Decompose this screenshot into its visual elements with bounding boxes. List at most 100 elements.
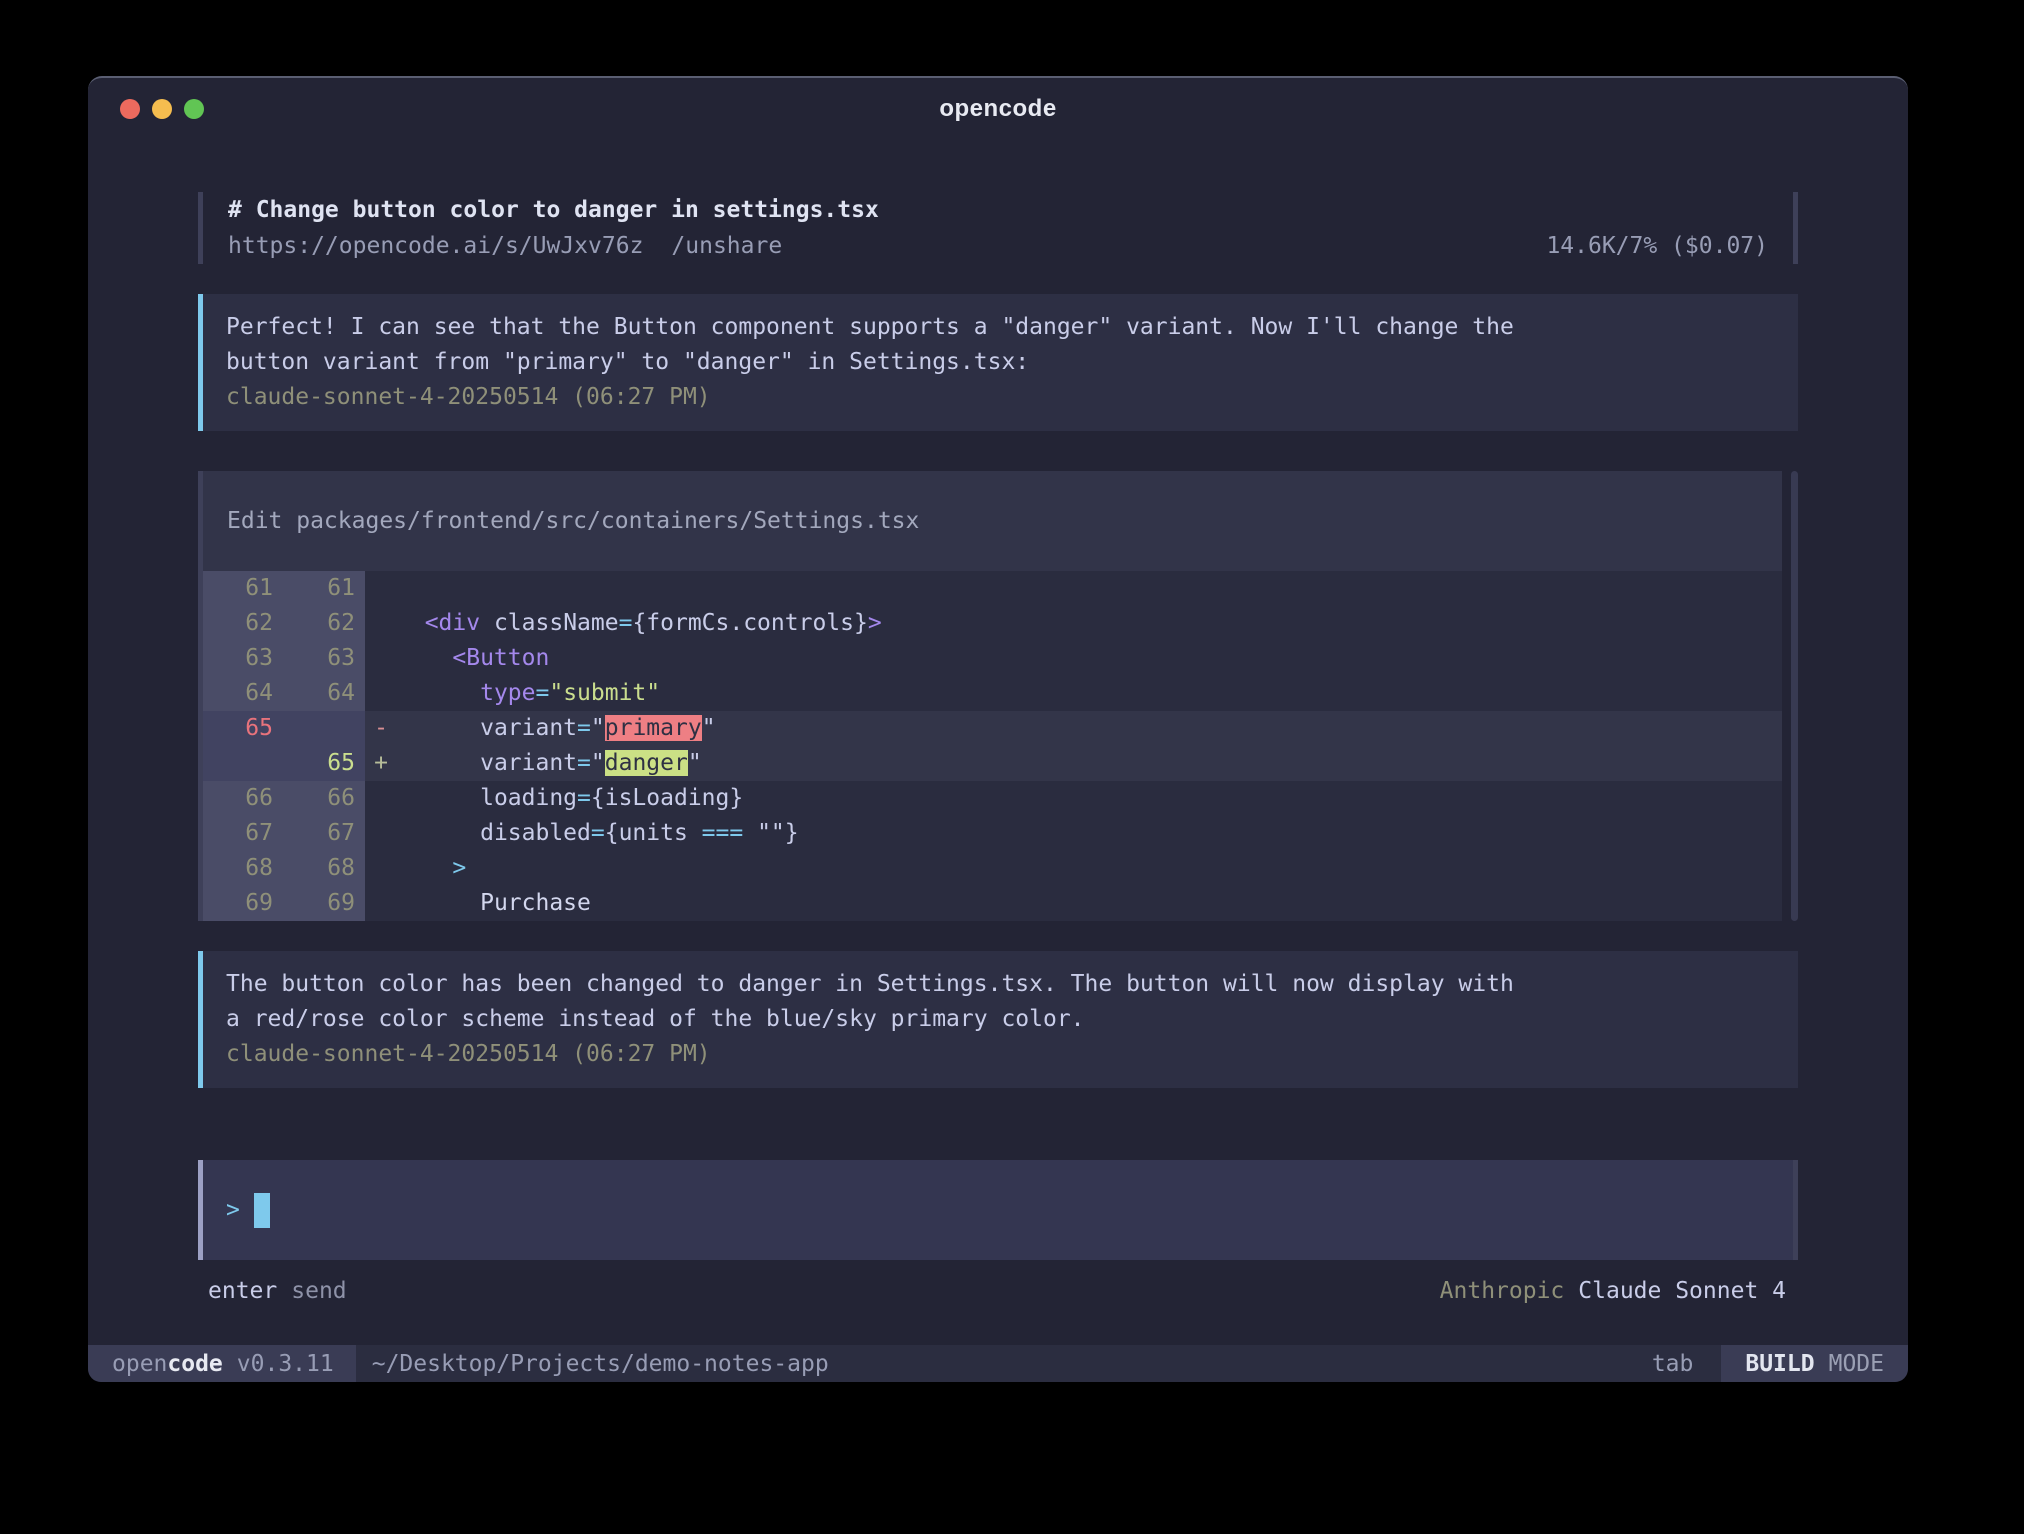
diff-gutter: 6161	[203, 571, 365, 606]
status-right: tab BUILD MODE	[1652, 1345, 1908, 1382]
tab-key-hint: tab	[1652, 1345, 1694, 1382]
diff-marker	[365, 781, 397, 816]
token-cost-stats: 14.6K/7% ($0.07)	[1546, 228, 1768, 264]
header-left-bar	[198, 192, 203, 264]
new-line-number: 64	[281, 676, 365, 711]
diff-marker	[365, 676, 397, 711]
diff-row: 6868 >	[203, 851, 1782, 886]
old-line-number: 64	[203, 676, 281, 711]
old-line-number	[203, 746, 281, 781]
prompt-right-bar	[1793, 1160, 1798, 1260]
diff-gutter: 6969	[203, 886, 365, 921]
code-line: <Button	[397, 641, 1782, 676]
code-line: variant="primary"	[397, 711, 1782, 746]
code-line: >	[397, 851, 1782, 886]
diff-gutter: 6363	[203, 641, 365, 676]
old-line-number: 62	[203, 606, 281, 641]
diff-row: 65 - variant="primary"	[203, 711, 1782, 746]
diff-row: 6161	[203, 571, 1782, 606]
diff-row: 6767 disabled={units === ""}	[203, 816, 1782, 851]
old-line-number: 65	[203, 711, 281, 746]
new-line-number: 61	[281, 571, 365, 606]
edit-tool-block: Edit packages/frontend/src/containers/Se…	[198, 471, 1798, 921]
send-action-hint: send	[291, 1274, 346, 1308]
mode-toggle[interactable]: BUILD MODE	[1721, 1345, 1908, 1382]
new-line-number: 62	[281, 606, 365, 641]
diff-marker	[365, 886, 397, 921]
enter-key-hint: enter	[208, 1274, 277, 1308]
share-url-link[interactable]: https://opencode.ai/s/UwJxv76z	[228, 228, 643, 264]
new-line-number: 66	[281, 781, 365, 816]
header-right-bar	[1793, 192, 1798, 264]
assistant-message-2-lines: The button color has been changed to dan…	[226, 967, 1774, 1037]
tool-title: Edit packages/frontend/src/containers/Se…	[203, 471, 1782, 571]
diff-gutter: 6262	[203, 606, 365, 641]
diff-row: 6969 Purchase	[203, 886, 1782, 921]
diff-gutter: 6666	[203, 781, 365, 816]
hints-row: enter send Anthropic Claude Sonnet 4	[198, 1274, 1798, 1308]
working-directory: ~/Desktop/Projects/demo-notes-app	[372, 1345, 829, 1382]
diff-marker	[365, 851, 397, 886]
app-name-code: code	[167, 1351, 222, 1377]
app-name-open: open	[112, 1351, 167, 1377]
code-line	[397, 571, 1782, 606]
diff-gutter: 65	[203, 746, 365, 781]
window-title: opencode	[88, 95, 1908, 123]
new-line-number: 65	[281, 746, 365, 781]
prompt-input[interactable]: >	[198, 1160, 1798, 1260]
tool-scrollbar[interactable]	[1791, 471, 1798, 921]
message-text-line: button variant from "primary" to "danger…	[226, 345, 1774, 380]
title-bar: opencode	[88, 78, 1908, 140]
model-label: Claude Sonnet 4	[1578, 1274, 1786, 1308]
diff-gutter: 65	[203, 711, 365, 746]
new-line-number: 67	[281, 816, 365, 851]
diff-marker: +	[365, 746, 397, 781]
assistant-message-1-meta: claude-sonnet-4-20250514 (06:27 PM)	[226, 380, 1774, 415]
diff-marker	[365, 816, 397, 851]
tool-left-bar	[198, 471, 203, 921]
diff-gutter: 6464	[203, 676, 365, 711]
old-line-number: 63	[203, 641, 281, 676]
status-bar: opencode v0.3.11 ~/Desktop/Projects/demo…	[88, 1345, 1908, 1382]
diff-view: 61616262 <div className={formCs.controls…	[203, 571, 1782, 921]
code-line: type="submit"	[397, 676, 1782, 711]
new-line-number: 68	[281, 851, 365, 886]
new-line-number: 69	[281, 886, 365, 921]
session-subline: https://opencode.ai/s/UwJxv76z /unshare …	[228, 228, 1768, 264]
message-text-line: Perfect! I can see that the Button compo…	[226, 310, 1774, 345]
app-version: v0.3.11	[237, 1351, 334, 1377]
diff-marker	[365, 571, 397, 606]
unshare-command[interactable]: /unshare	[671, 228, 782, 264]
new-line-number	[281, 711, 365, 746]
app-version-segment: opencode v0.3.11	[88, 1345, 356, 1382]
assistant-message-2-meta: claude-sonnet-4-20250514 (06:27 PM)	[226, 1037, 1774, 1072]
old-line-number: 66	[203, 781, 281, 816]
assistant-message-2: The button color has been changed to dan…	[198, 951, 1798, 1088]
mode-name: BUILD	[1745, 1351, 1814, 1377]
old-line-number: 68	[203, 851, 281, 886]
desktop: { "colors": { "accent": "#7ec9ec", "remo…	[0, 0, 2024, 1534]
opencode-window: opencode # Change button color to danger…	[88, 76, 1908, 1382]
session-title: # Change button color to danger in setti…	[228, 192, 1768, 228]
diff-row: 6666 loading={isLoading}	[203, 781, 1782, 816]
assistant-message-1-lines: Perfect! I can see that the Button compo…	[226, 310, 1774, 380]
diff-gutter: 6767	[203, 816, 365, 851]
message-text-line: a red/rose color scheme instead of the b…	[226, 1002, 1774, 1037]
prompt-symbol: >	[226, 1197, 240, 1223]
diff-marker	[365, 641, 397, 676]
code-line: disabled={units === ""}	[397, 816, 1782, 851]
code-line: <div className={formCs.controls}>	[397, 606, 1782, 641]
diff-row: 65+ variant="danger"	[203, 746, 1782, 781]
mode-suffix: MODE	[1829, 1351, 1884, 1377]
session-header: # Change button color to danger in setti…	[198, 192, 1798, 264]
diff-marker: -	[365, 711, 397, 746]
diff-gutter: 6868	[203, 851, 365, 886]
code-line: variant="danger"	[397, 746, 1782, 781]
diff-row: 6262 <div className={formCs.controls}>	[203, 606, 1782, 641]
new-line-number: 63	[281, 641, 365, 676]
old-line-number: 69	[203, 886, 281, 921]
message-text-line: The button color has been changed to dan…	[226, 967, 1774, 1002]
code-line: Purchase	[397, 886, 1782, 921]
code-line: loading={isLoading}	[397, 781, 1782, 816]
diff-row: 6363 <Button	[203, 641, 1782, 676]
